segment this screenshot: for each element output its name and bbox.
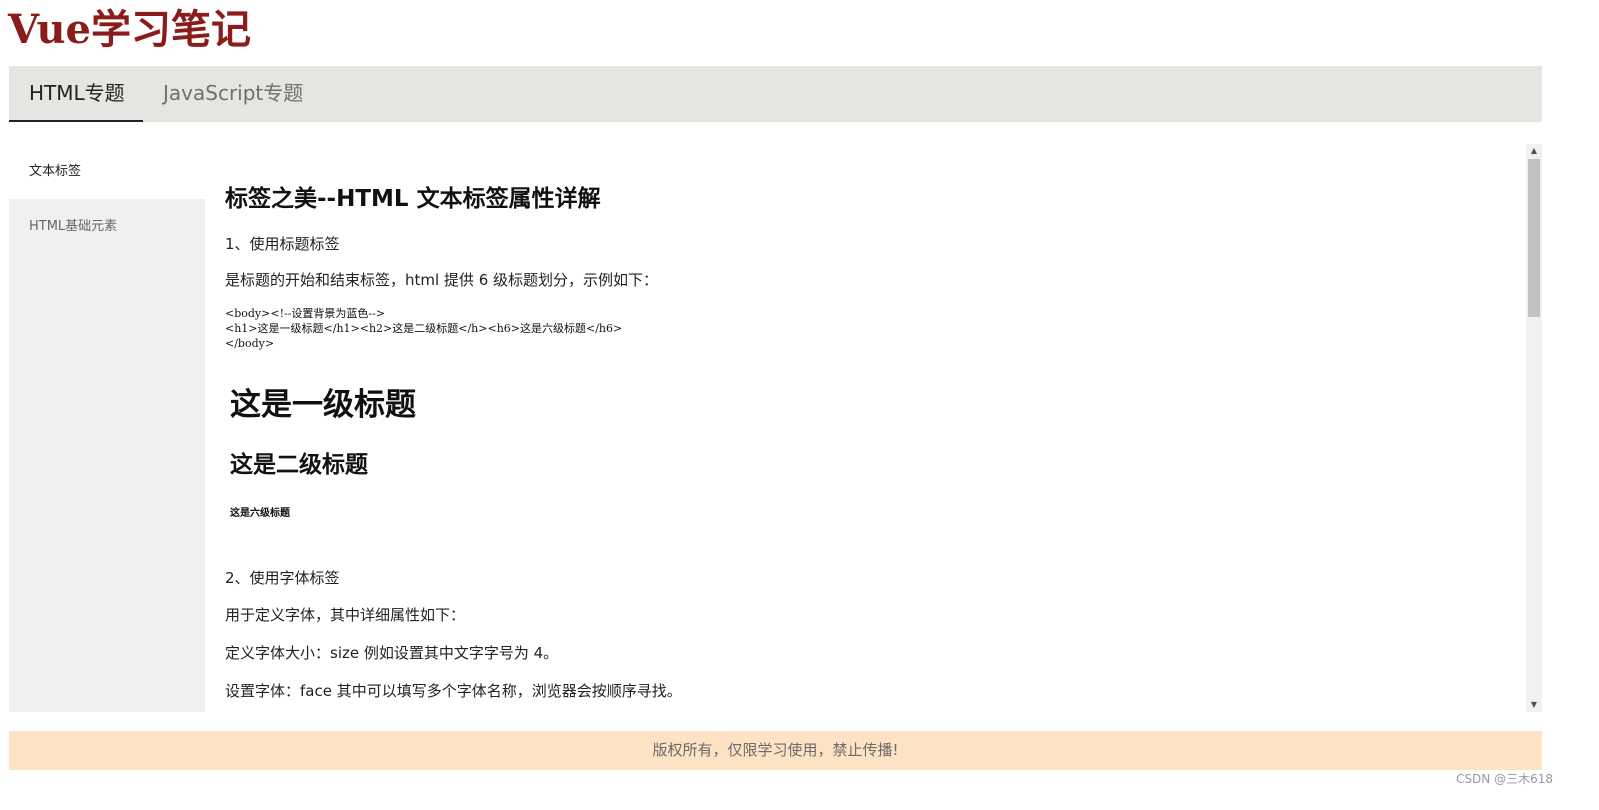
top-navbar: HTML专题 JavaScript专题 <box>9 66 1542 122</box>
footer: 版权所有，仅限学习使用，禁止传播! <box>9 731 1542 770</box>
code-line: <h1>这是一级标题</h1><h2>这是二级标题</h><h6>这是六级标题<… <box>225 322 623 335</box>
content-area[interactable]: 标签之美--HTML 文本标签属性详解 1、使用标题标签 是标题的开始和结束标签… <box>205 144 1542 712</box>
section2-heading: 2、使用字体标签 <box>225 569 340 587</box>
demo-heading-6: 这是六级标题 <box>230 508 290 519</box>
scroll-up-icon[interactable]: ▲ <box>1526 144 1542 158</box>
watermark: CSDN @三木618 <box>1456 772 1553 786</box>
footer-text: 版权所有，仅限学习使用，禁止传播! <box>652 741 899 759</box>
tab-javascript[interactable]: JavaScript专题 <box>143 66 323 122</box>
article-title: 标签之美--HTML 文本标签属性详解 <box>225 186 601 212</box>
section1-desc: 是标题的开始和结束标签，html 提供 6 级标题划分，示例如下： <box>225 271 659 289</box>
code-line: <body><!--设置背景为蓝色--> <box>225 307 386 320</box>
article: 标签之美--HTML 文本标签属性详解 1、使用标题标签 是标题的开始和结束标签… <box>225 184 1515 701</box>
demo-heading-1: 这是一级标题 <box>230 387 416 423</box>
scroll-down-icon[interactable]: ▼ <box>1526 698 1542 712</box>
code-line: </body> <box>225 337 275 350</box>
sidebar-item-text-tags[interactable]: 文本标签 <box>9 144 205 199</box>
content-scrollbar[interactable]: ▲ ▼ <box>1526 144 1542 712</box>
scroll-thumb[interactable] <box>1528 159 1540 317</box>
code-block: <body><!--设置背景为蓝色--> <h1>这是一级标题</h1><h2>… <box>225 306 1515 351</box>
sidebar: 文本标签 HTML基础元素 <box>9 144 205 712</box>
section1-heading: 1、使用标题标签 <box>225 235 340 253</box>
tab-html[interactable]: HTML专题 <box>9 66 143 122</box>
font-size-line: 定义字体大小：size 例如设置其中文字字号为 4。 <box>225 644 559 662</box>
sidebar-item-html-basics[interactable]: HTML基础元素 <box>9 199 205 254</box>
site-title: Vue学习笔记 <box>8 6 252 53</box>
demo-heading-2: 这是二级标题 <box>230 451 368 478</box>
section2-desc: 用于定义字体，其中详细属性如下： <box>225 606 466 624</box>
font-face-line: 设置字体：face 其中可以填写多个字体名称，浏览器会按顺序寻找。 <box>225 682 682 700</box>
